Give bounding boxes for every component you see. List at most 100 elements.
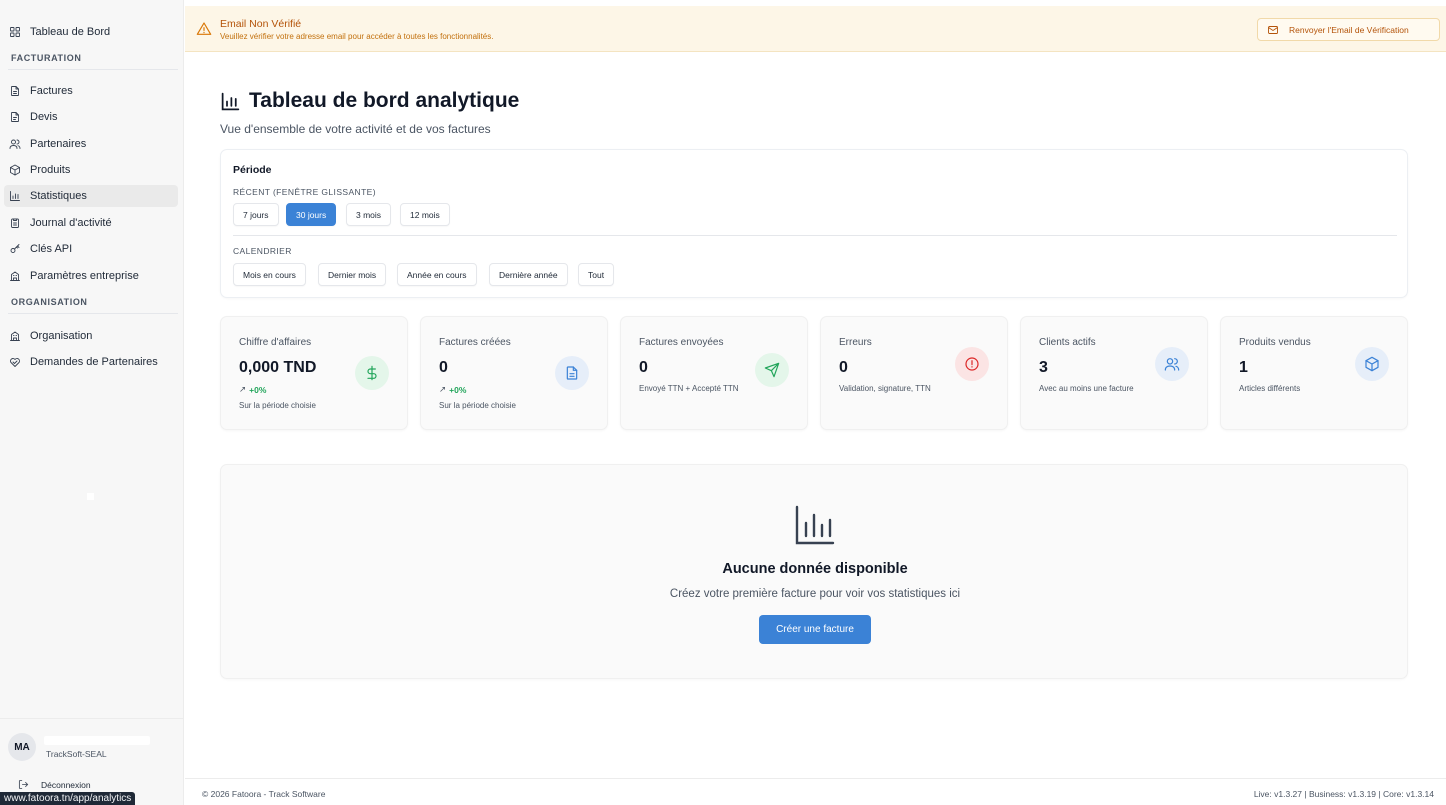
invoice-icon [8,84,22,98]
divider [8,313,178,314]
stat-card-products-sold: Produits vendus 1 Articles différents [1220,316,1408,430]
handshake-icon [8,355,22,369]
stat-card-errors: Erreurs 0 Validation, signature, TTN [820,316,1008,430]
chart-icon [8,189,22,203]
status-url: www.fatoora.tn/app/analytics [0,792,136,805]
sidebar-item-label: Paramètres entreprise [30,270,139,282]
recent-label: RÉCENT (FENÊTRE GLISSANTE) [233,187,376,197]
sidebar-item-label: Factures [30,85,73,97]
partners-icon [8,137,22,151]
page-subtitle: Vue d'ensemble de votre activité et de v… [220,122,491,136]
sidebar-item-quotes[interactable]: Devis [4,106,178,128]
stat-trend: ↗ +0% [239,384,266,395]
user-org: TrackSoft-SEAL [46,749,107,759]
stat-desc: Envoyé TTN + Accepté TTN [639,384,739,393]
box-icon [1355,347,1389,381]
create-invoice-button[interactable]: Créer une facture [759,615,871,644]
email-warning-banner: Email Non Vérifié Veuillez vérifier votr… [185,6,1446,52]
stat-value: 1 [1239,359,1248,376]
sidebar-item-organization[interactable]: Organisation [4,325,178,347]
sidebar-item-label: Statistiques [30,190,87,202]
stat-trend-value: +0% [249,384,267,395]
chart-icon [221,92,240,110]
period-title: Période [233,164,272,176]
sidebar-item-api-keys[interactable]: Clés API [4,238,178,260]
sidebar-item-products[interactable]: Produits [4,159,178,181]
stat-desc: Validation, signature, TTN [839,384,931,393]
trend-up-icon: ↗ [439,384,447,394]
sidebar-item-company-settings[interactable]: Paramètres entreprise [4,265,178,287]
stat-label: Factures créées [439,337,511,348]
period-30-days[interactable]: 30 jours [286,203,337,226]
resend-verification-label: Renvoyer l'Email de Vérification [1289,24,1409,35]
artifact [87,493,94,500]
alert-icon [955,347,989,381]
stat-label: Chiffre d'affaires [239,337,312,348]
dashboard-icon [8,25,22,39]
building-icon [8,269,22,283]
period-current-month[interactable]: Mois en cours [233,263,306,286]
sidebar-item-label: Devis [30,111,58,123]
calendar-label: CALENDRIER [233,246,292,256]
key-icon [8,242,22,256]
stat-desc: Articles différents [1239,384,1301,393]
period-3-months[interactable]: 3 mois [346,203,392,226]
clipboard-icon [8,216,22,230]
logout-label: Déconnexion [41,779,91,790]
period-last-year[interactable]: Dernière année [489,263,568,286]
sidebar-item-label: Clés API [30,243,73,255]
stat-value: 3 [1039,359,1048,376]
period-last-month[interactable]: Dernier mois [318,263,387,286]
building-icon [8,329,22,343]
mail-icon [1268,25,1278,34]
sidebar-item-partner-requests[interactable]: Demandes de Partenaires [4,351,178,373]
sidebar: Tableau de Bord FACTURATION Factures Dev… [0,0,184,805]
period-selector: Période RÉCENT (FENÊTRE GLISSANTE) 7 jou… [220,149,1408,298]
trend-up-icon: ↗ [239,384,247,394]
empty-state-text: Créez votre première facture pour voir v… [669,588,961,600]
sidebar-item-label: Demandes de Partenaires [30,356,158,368]
period-current-year[interactable]: Année en cours [397,263,477,286]
sidebar-item-label: Partenaires [30,138,87,150]
period-12-months[interactable]: 12 mois [400,203,450,226]
quote-icon [8,110,22,124]
avatar[interactable]: MA [8,733,36,761]
sidebar-item-statistics[interactable]: Statistiques [4,185,178,207]
footer: © 2026 Fatoora - Track Software Live: v1… [185,778,1446,805]
stat-desc: Sur la période choisie [239,401,316,410]
period-all[interactable]: Tout [578,263,615,286]
sidebar-item-activity-log[interactable]: Journal d'activité [4,212,178,234]
section-label-billing: FACTURATION [11,53,82,63]
logout-button[interactable]: Déconnexion [18,779,91,790]
stat-label: Clients actifs [1039,337,1096,348]
sidebar-item-invoices[interactable]: Factures [4,80,178,102]
send-icon [755,353,789,387]
stat-card-invoices-sent: Factures envoyées 0 Envoyé TTN + Accepté… [620,316,808,430]
sidebar-item-dashboard[interactable]: Tableau de Bord [4,21,178,43]
banner-title: Email Non Vérifié [220,18,302,30]
footer-versions: Live: v1.3.27 | Business: v1.3.19 | Core… [1253,789,1434,799]
sidebar-item-partners[interactable]: Partenaires [4,133,178,155]
sidebar-item-label: Tableau de Bord [30,26,111,38]
stat-value: 0 [639,359,648,376]
stat-value: 0 [439,359,448,376]
stat-trend-value: +0% [449,384,467,395]
users-icon [1155,347,1189,381]
stat-card-active-clients: Clients actifs 3 Avec au moins une factu… [1020,316,1208,430]
divider [233,235,1397,236]
divider [8,69,178,70]
resend-verification-button[interactable]: Renvoyer l'Email de Vérification [1257,18,1440,41]
user-name-redacted [44,736,150,745]
footer-copyright: © 2026 Fatoora - Track Software [202,789,326,799]
logout-icon [18,779,29,790]
stat-value: 0 [839,359,848,376]
stat-desc: Sur la période choisie [439,401,516,410]
stat-value: 0,000 TND [239,359,317,376]
sidebar-item-label: Journal d'activité [30,217,112,229]
period-7-days[interactable]: 7 jours [233,203,279,226]
section-label-organization: ORGANISATION [11,297,88,307]
package-icon [8,163,22,177]
stat-desc: Avec au moins une facture [1039,384,1134,393]
stat-card-invoices-created: Factures créées 0 ↗ +0% Sur la période ch… [420,316,608,430]
page-header: Tableau de bord analytique [220,89,519,113]
